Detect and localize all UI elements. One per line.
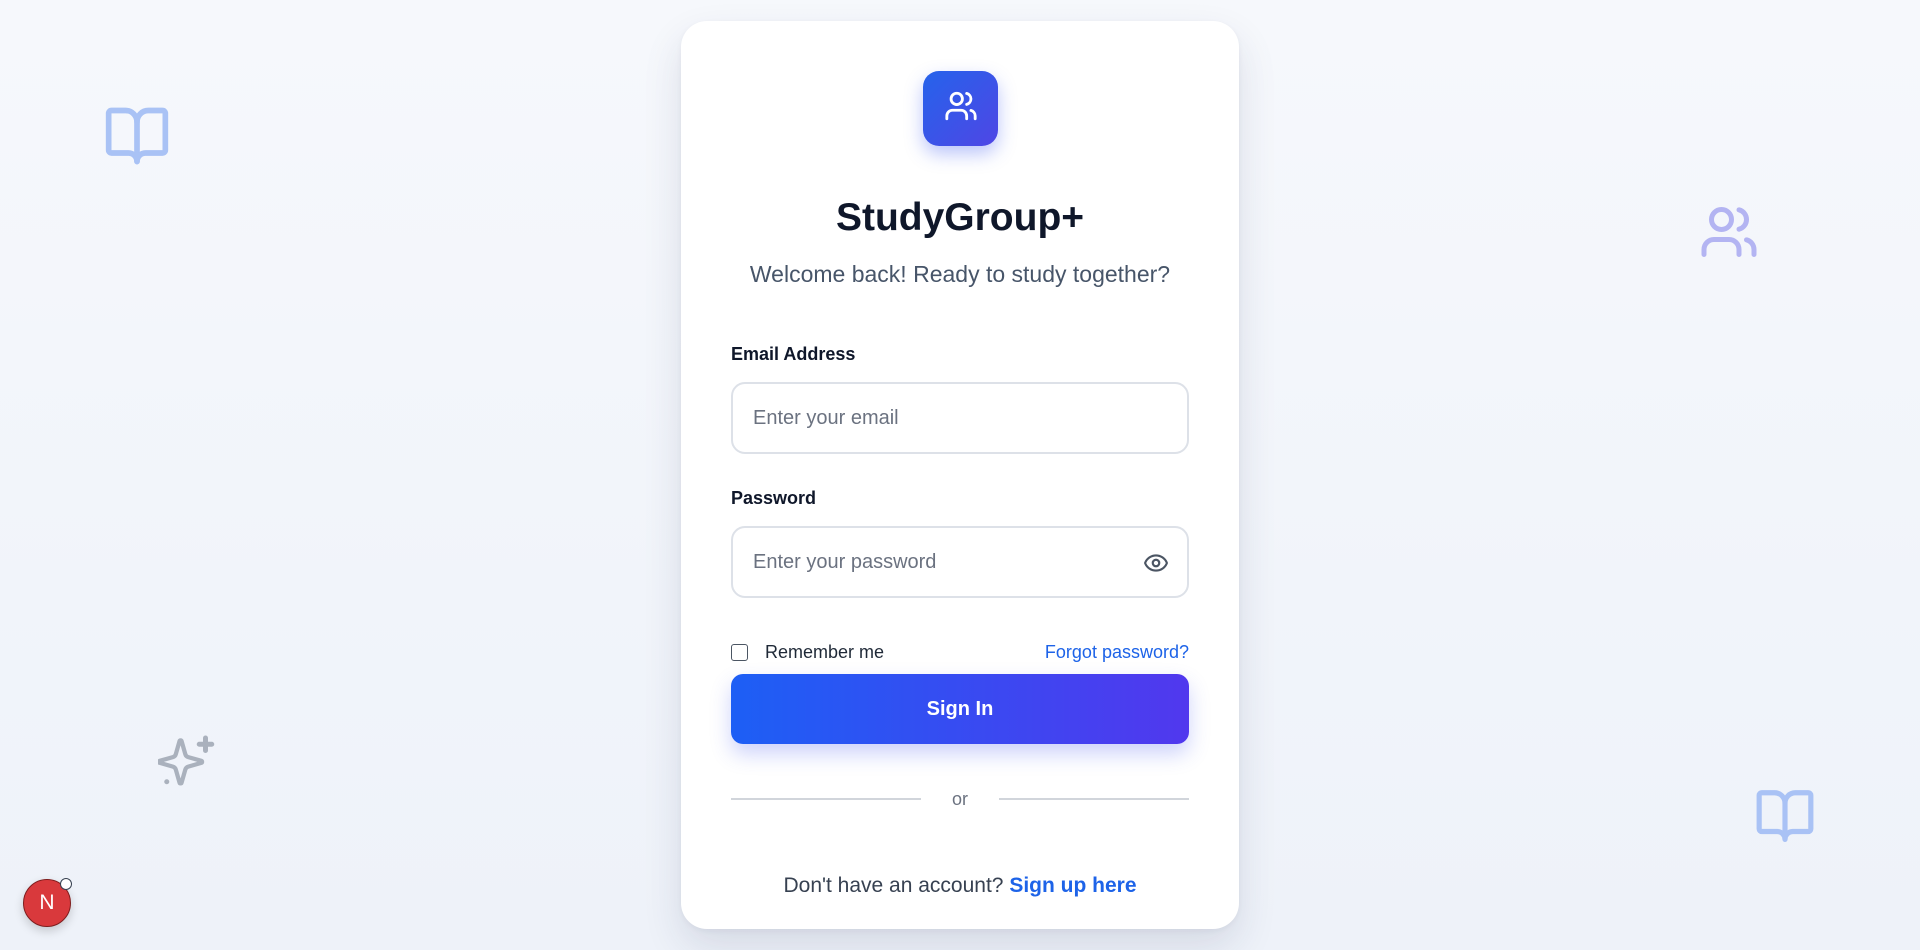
remember-me-checkbox[interactable] [731,643,748,661]
book-open-icon [100,102,174,170]
users-icon [1698,202,1760,262]
sign-in-button[interactable]: Sign In [731,674,1189,744]
book-open-icon [1752,785,1818,847]
sparkles-icon [158,733,218,793]
password-input[interactable] [753,528,1133,596]
signup-prompt-text: Don't have an account? [783,874,1004,897]
forgot-password-link[interactable]: Forgot password? [1045,641,1189,663]
users-icon [944,89,978,128]
notification-dot [60,878,72,890]
or-divider: or [731,787,1189,811]
app-title: StudyGroup+ [835,196,1085,239]
eye-icon[interactable] [1143,550,1169,576]
avatar-initial: N [39,891,55,914]
password-label: Password [731,488,817,508]
email-label: Email Address [731,344,856,364]
app-logo [923,71,998,146]
password-field-wrapper [731,526,1189,598]
signup-prompt: Don't have an account? Sign up here [681,873,1239,899]
avatar[interactable]: N [23,878,72,927]
email-input[interactable] [753,384,1133,452]
login-card: StudyGroup+ Welcome back! Ready to study… [681,21,1239,929]
divider-line [999,798,1189,800]
remember-me: Remember me [731,641,884,663]
sign-up-link[interactable]: Sign up here [1009,874,1136,897]
welcome-subtitle: Welcome back! Ready to study together? [749,261,1171,287]
email-field-wrapper [731,382,1189,454]
remember-me-label: Remember me [765,641,885,662]
